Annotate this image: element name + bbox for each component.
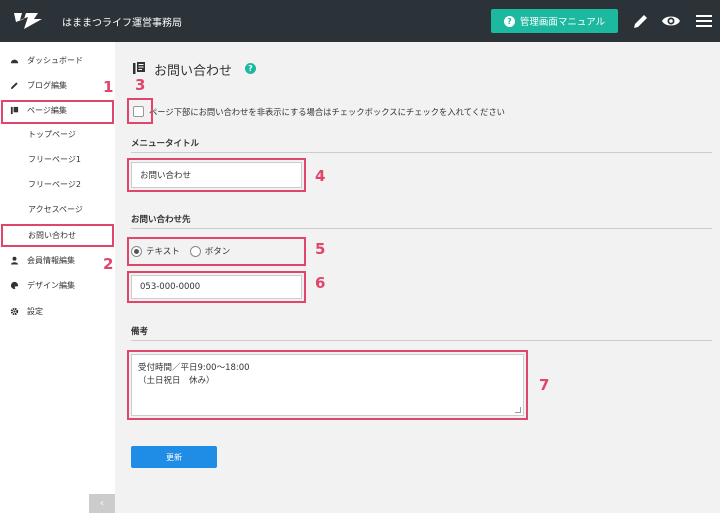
sidebar-item-member[interactable]: 会員情報編集: [10, 253, 75, 267]
sidebar-item-label: アクセスページ: [28, 204, 83, 214]
sidebar-item-contact[interactable]: お問い合わせ: [28, 228, 76, 242]
pages-icon: [10, 106, 19, 114]
menu-icon[interactable]: [694, 11, 714, 31]
sidebar-item-access-page[interactable]: アクセスページ: [28, 202, 83, 216]
sidebar-item-free-page-2[interactable]: フリーページ2: [28, 177, 81, 191]
sidebar-item-pages[interactable]: ページ編集: [10, 103, 67, 117]
sidebar-item-blog[interactable]: ブログ編集: [10, 78, 67, 92]
menu-title-input[interactable]: お問い合わせ: [131, 162, 302, 188]
sidebar-item-free-page-1[interactable]: フリーページ1: [28, 152, 81, 166]
sidebar-item-label: フリーページ2: [28, 179, 81, 189]
eye-icon[interactable]: [661, 11, 681, 31]
page-title: お問い合わせ: [154, 64, 233, 79]
manual-button-label: 管理画面マニュアル: [519, 17, 606, 28]
radio-button-label: ボタン: [204, 247, 231, 257]
resize-grip-icon[interactable]: [515, 407, 521, 413]
pages-icon: [133, 62, 145, 74]
radio-text-label: テキスト: [146, 247, 180, 257]
question-icon: ?: [503, 15, 515, 27]
pencil-icon[interactable]: [631, 11, 651, 31]
contact-heading: お問い合わせ先: [131, 215, 191, 225]
sidebar-item-label: 設定: [27, 306, 43, 316]
user-icon: [10, 256, 19, 265]
sidebar-item-label: ダッシュボード: [27, 55, 83, 65]
hide-contact-label: ページ下部にお問い合わせを非表示にする場合はチェックボックスにチェックを入れてく…: [149, 107, 505, 117]
sidebar-item-top-page[interactable]: トップページ: [28, 127, 76, 141]
divider: [131, 340, 712, 341]
help-icon[interactable]: ?: [245, 63, 256, 74]
radio-button[interactable]: [189, 245, 201, 257]
divider: [131, 152, 712, 153]
hide-contact-checkbox[interactable]: [133, 106, 144, 117]
update-button[interactable]: 更新: [131, 446, 217, 468]
sidebar-item-label: トップページ: [28, 129, 76, 139]
sidebar-item-label: お問い合わせ: [28, 230, 76, 240]
annotation-number-4: 4: [315, 167, 326, 185]
sidebar-item-label: フリーページ1: [28, 154, 81, 164]
annotation-number-3: 3: [135, 76, 146, 94]
gear-icon: [10, 307, 19, 315]
sidebar-item-settings[interactable]: 設定: [10, 304, 43, 318]
notes-textarea[interactable]: 受付時間／平日9:00〜18:00 （土日祝日 休み）: [131, 354, 524, 416]
annotation-number-2: 2: [103, 255, 114, 273]
notes-text: 受付時間／平日9:00〜18:00 （土日祝日 休み）: [138, 363, 250, 386]
sidebar-item-label: ブログ編集: [27, 80, 67, 90]
sidebar-item-dashboard[interactable]: ダッシュボード: [10, 53, 83, 67]
sidebar-item-design[interactable]: デザイン編集: [10, 278, 75, 292]
sidebar-collapse-button[interactable]: ‹: [89, 494, 115, 513]
logo-icon[interactable]: [12, 11, 44, 31]
pencil-icon: [10, 81, 18, 89]
menu-title-heading: メニュータイトル: [131, 139, 200, 149]
radio-text[interactable]: [131, 245, 142, 257]
site-title: はままつライフ運営事務局: [62, 18, 182, 29]
top-header: はままつライフ運営事務局 ? 管理画面マニュアル: [0, 0, 720, 42]
annotation-number-5: 5: [315, 240, 326, 258]
notes-heading: 備考: [131, 327, 149, 337]
sidebar-item-label: デザイン編集: [27, 280, 75, 290]
palette-icon: [10, 281, 19, 289]
annotation-number-7: 7: [539, 376, 550, 394]
contact-type-radio-group: テキスト ボタン: [131, 241, 230, 261]
manual-button[interactable]: ? 管理画面マニュアル: [491, 9, 618, 33]
divider: [131, 228, 712, 229]
phone-input[interactable]: 053-000-0000: [131, 275, 302, 299]
sidebar: ダッシュボード ブログ編集 ページ編集 トップページ フリーページ1 フリーペー…: [0, 42, 115, 513]
annotation-number-1: 1: [103, 78, 114, 96]
sidebar-item-label: ページ編集: [27, 105, 67, 115]
dashboard-icon: [10, 59, 19, 63]
sidebar-item-label: 会員情報編集: [27, 255, 75, 265]
annotation-number-6: 6: [315, 274, 326, 292]
